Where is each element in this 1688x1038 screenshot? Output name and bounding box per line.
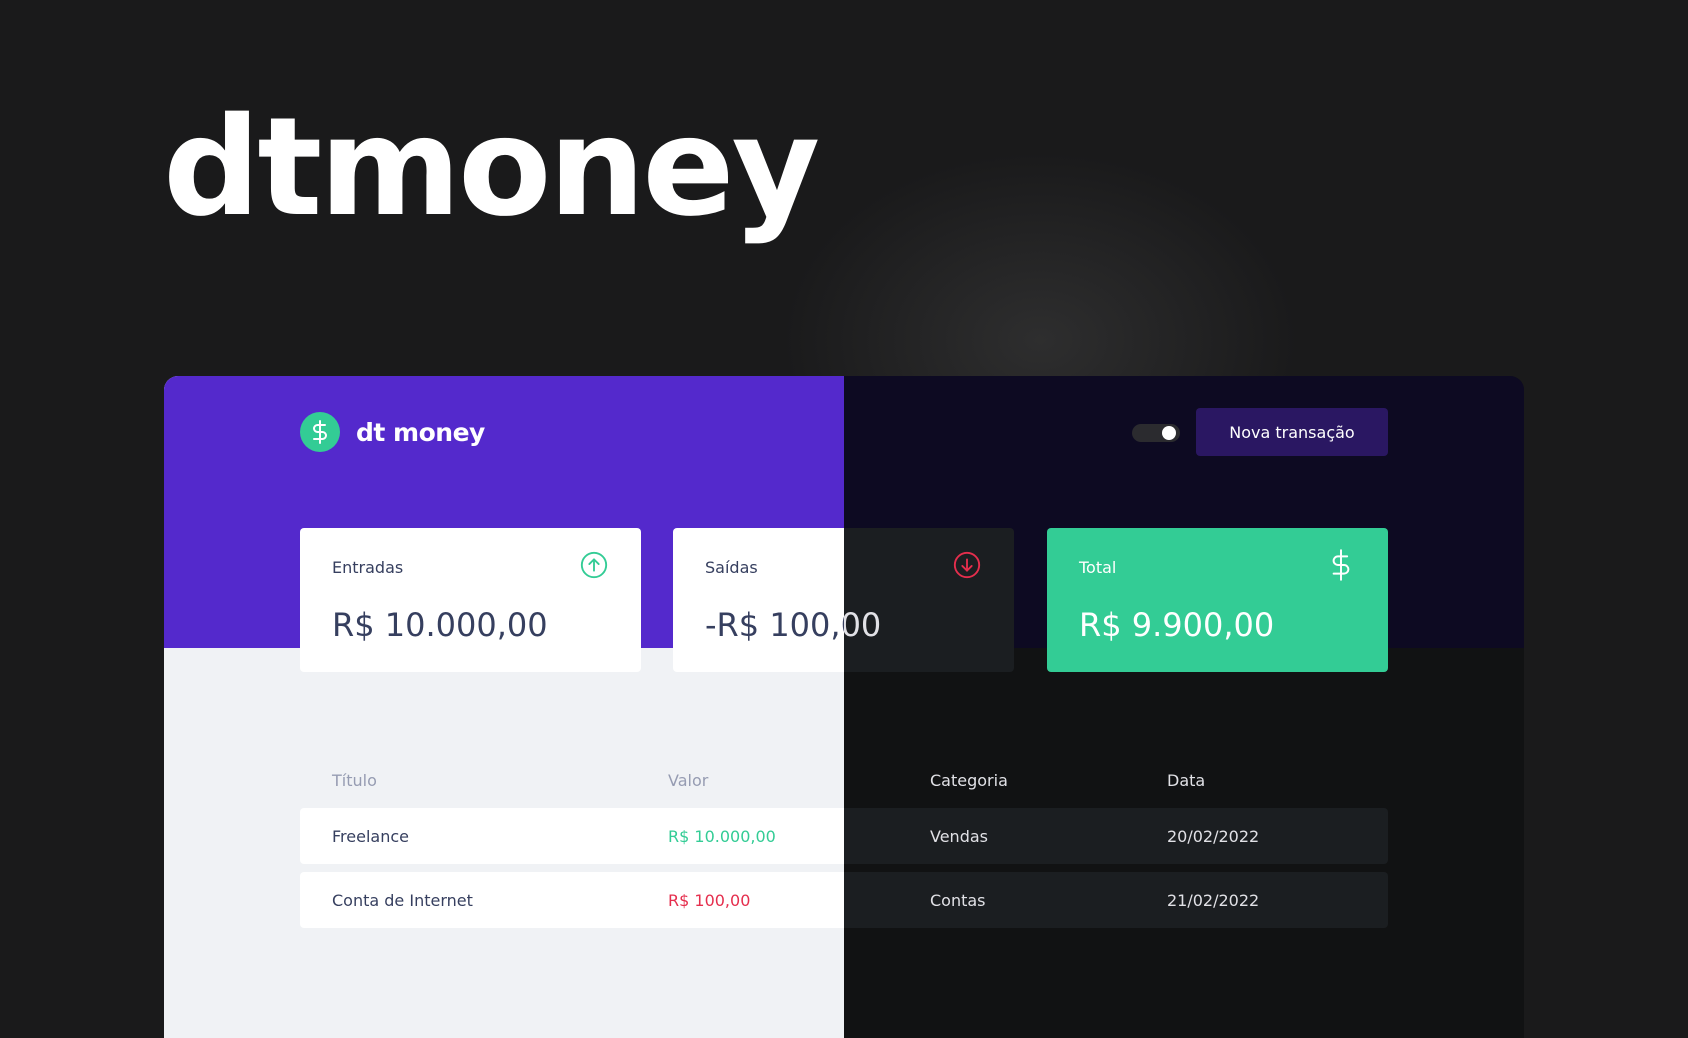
table-header: Título Valor Categoria Data (300, 760, 844, 800)
light-theme-half: dt money Nova transação Entradas R$ 10.0… (164, 376, 844, 1038)
summary-card-saidas: Saídas -R$ 100,00 (673, 528, 844, 672)
transactions-table: Título Valor Categoria Data Freelance R$… (300, 760, 844, 928)
card-value: R$ 9.900,00 (1079, 606, 1275, 644)
arrow-up-circle-icon (579, 550, 609, 584)
row-amount: R$ 10.000,00 (668, 826, 776, 846)
table-row[interactable]: Freelance R$ 10.000,00 Vendas 20/02/2022 (300, 808, 844, 864)
table-row[interactable]: Conta de Internet R$ 100,00 Contas 21/02… (300, 872, 844, 928)
transactions-table: Título Valor Categoria Data Freelance R$… (844, 760, 1388, 928)
row-amount: R$ 100,00 (668, 890, 751, 910)
column-header-category: Categoria (930, 770, 1008, 790)
row-amount: R$ 10.000,00 (844, 827, 898, 846)
table-header: Título Valor Categoria Data (844, 760, 1388, 800)
column-header-amount: Valor (844, 771, 898, 790)
app-view: dt money Nova transação Entradas R$ 10.0… (844, 376, 1524, 1038)
column-header-date: Data (1167, 770, 1206, 790)
row-amount: R$ 100,00 (844, 891, 898, 910)
toggle-knob (1162, 426, 1176, 440)
card-value: -R$ 100,00 (844, 606, 882, 644)
app-preview: dt money Nova transação Entradas R$ 10.0… (164, 376, 1524, 1038)
logo-text: dt money (356, 417, 485, 447)
theme-toggle[interactable] (1132, 424, 1180, 442)
row-category: Vendas (930, 826, 988, 846)
column-header-title: Título (332, 770, 377, 790)
summary-card-entradas: Entradas R$ 10.000,00 (300, 528, 641, 672)
hero-title: dtmoney (163, 89, 820, 247)
app-view: dt money Nova transação Entradas R$ 10.0… (164, 376, 844, 1038)
card-label: Entradas (332, 557, 404, 577)
arrow-down-circle-icon (952, 550, 982, 584)
new-transaction-button[interactable]: Nova transação (1196, 408, 1388, 456)
card-value: R$ 10.000,00 (332, 606, 548, 644)
table-row[interactable]: Conta de Internet R$ 100,00 Contas 21/02… (844, 872, 1388, 928)
row-date: 20/02/2022 (1167, 826, 1260, 846)
card-label: Saídas (705, 557, 758, 577)
card-label: Total (1079, 557, 1117, 577)
row-category: Contas (930, 890, 986, 910)
dollar-logo-icon (300, 412, 340, 452)
row-title: Conta de Internet (332, 890, 473, 910)
dark-theme-half: dt money Nova transação Entradas R$ 10.0… (844, 376, 1524, 1038)
table-row[interactable]: Freelance R$ 10.000,00 Vendas 20/02/2022 (844, 808, 1388, 864)
dollar-icon (1326, 549, 1356, 585)
app-logo: dt money (300, 412, 485, 452)
summary-card-saidas: Saídas -R$ 100,00 (844, 528, 1014, 672)
row-date: 21/02/2022 (1167, 890, 1260, 910)
column-header-amount: Valor (668, 770, 709, 790)
summary-card-total: Total R$ 9.900,00 (1047, 528, 1388, 672)
card-value: -R$ 100,00 (705, 606, 844, 644)
row-title: Freelance (332, 826, 409, 846)
